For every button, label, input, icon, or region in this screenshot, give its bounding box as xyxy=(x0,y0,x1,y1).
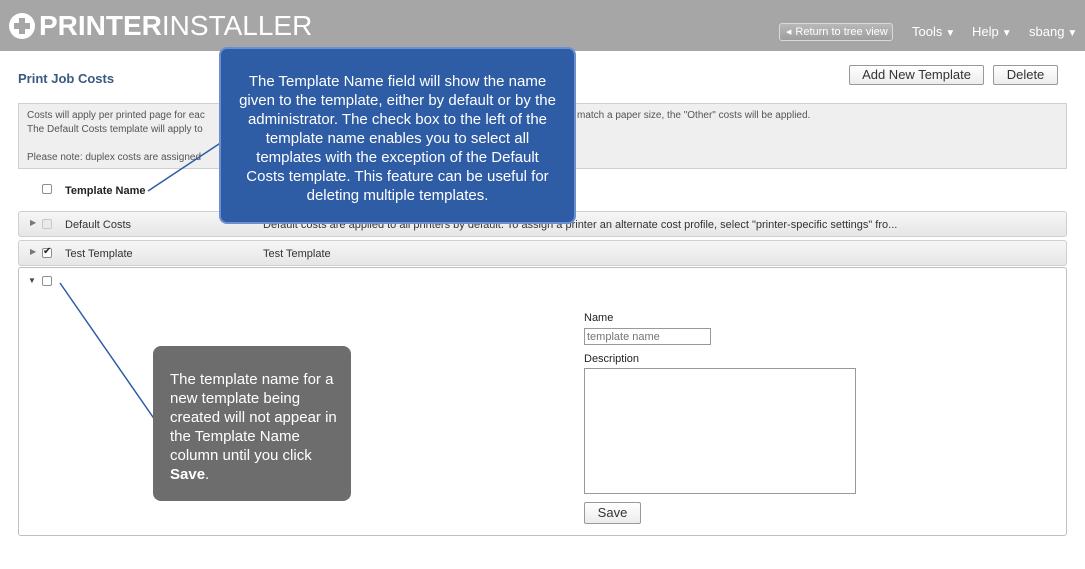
help-menu[interactable]: Help ▼ xyxy=(972,24,1012,39)
row-name: Default Costs xyxy=(65,219,132,231)
save-callout-text: The template name for a new template bei… xyxy=(170,371,337,464)
save-callout-bold: Save xyxy=(170,466,206,483)
app-logo[interactable]: PRINTER INSTALLER xyxy=(9,11,312,41)
logo-text-light: INSTALLER xyxy=(161,10,313,41)
info-line-3: Please note: duplex costs are assigned xyxy=(27,152,201,163)
table-row-test-template[interactable]: ▶ Test Template Test Template xyxy=(18,240,1067,266)
save-callout: The template name for a new template bei… xyxy=(153,346,351,501)
row-description: Test Template xyxy=(263,248,331,260)
delete-button[interactable]: Delete xyxy=(993,65,1058,85)
triangle-down-icon[interactable]: ▼ xyxy=(28,276,36,285)
caret-down-icon: ▼ xyxy=(1001,28,1012,39)
description-textarea[interactable] xyxy=(584,368,856,494)
name-label: Name xyxy=(584,312,614,324)
logo-text-bold: PRINTER xyxy=(39,10,162,41)
template-name-input[interactable] xyxy=(584,328,711,345)
user-menu[interactable]: sbang ▼ xyxy=(1029,24,1077,39)
save-callout-end: . xyxy=(205,466,210,483)
template-name-column-header[interactable]: Template Name xyxy=(65,185,146,197)
page-title: Print Job Costs xyxy=(18,71,115,86)
row-checkbox[interactable] xyxy=(42,246,52,258)
info-line-1-continued: match a paper size, the "Other" costs wi… xyxy=(577,110,811,121)
triangle-right-icon[interactable]: ▶ xyxy=(30,247,36,256)
help-menu-label: Help xyxy=(972,24,999,39)
plus-circle-icon xyxy=(9,13,35,39)
tools-menu[interactable]: Tools ▼ xyxy=(912,24,955,39)
left-arrow-icon: ◀ xyxy=(786,29,792,36)
info-line-2: The Default Costs template will apply to xyxy=(27,124,203,135)
row-name: Test Template xyxy=(65,248,133,260)
add-new-template-button[interactable]: Add New Template xyxy=(849,65,984,85)
top-bar: PRINTER INSTALLER ◀ Return to tree view T… xyxy=(0,0,1085,51)
description-label: Description xyxy=(584,353,640,365)
info-line-1: Costs will apply per printed page for ea… xyxy=(27,110,205,121)
triangle-right-icon[interactable]: ▶ xyxy=(30,218,36,227)
new-template-checkbox[interactable] xyxy=(42,276,52,286)
row-checkbox xyxy=(42,219,52,229)
return-button-label: Return to tree view xyxy=(795,26,888,38)
user-menu-label: sbang xyxy=(1029,24,1065,39)
template-name-callout: The Template Name field will show the na… xyxy=(219,47,576,224)
save-button[interactable]: Save xyxy=(584,502,641,524)
caret-down-icon: ▼ xyxy=(945,28,956,39)
select-all-checkbox[interactable] xyxy=(42,184,52,194)
return-to-tree-view-button[interactable]: ◀ Return to tree view xyxy=(779,23,893,41)
caret-down-icon: ▼ xyxy=(1067,28,1078,39)
tools-menu-label: Tools xyxy=(912,24,943,39)
